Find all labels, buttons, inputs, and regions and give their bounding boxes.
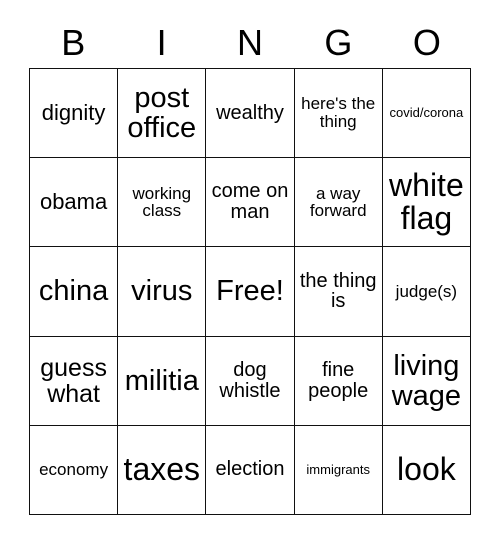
bingo-cell-r5-c1[interactable]: economy: [30, 425, 119, 515]
bingo-cell-r2-c1[interactable]: obama: [30, 158, 119, 248]
bingo-cell-r3-c5[interactable]: judge(s): [382, 247, 471, 337]
bingo-cell-r3-c2[interactable]: virus: [118, 247, 207, 337]
bingo-cell-label: judge(s): [395, 281, 458, 301]
bingo-cell-label: virus: [131, 275, 193, 308]
bingo-cell-label: taxes: [123, 451, 201, 488]
bingo-cell-r1-c1[interactable]: dignity: [30, 69, 119, 159]
bingo-grid: dignity post office wealthy here's the thin…: [29, 68, 471, 515]
bingo-cell-r1-c4[interactable]: here's the thing: [294, 69, 383, 159]
bingo-cell-label: here's the thing: [301, 94, 376, 132]
bingo-cell-label: economy: [39, 460, 109, 480]
bingo-cell-label: a way forward: [309, 183, 367, 221]
bingo-cell-r4-c3[interactable]: dog whistle: [206, 336, 295, 426]
bingo-header-letter-b: B: [61, 22, 86, 63]
bingo-cell-r2-c4[interactable]: a way forward: [294, 158, 383, 248]
bingo-cell-label: militia: [124, 364, 199, 397]
bingo-cell-r3-c4[interactable]: the thing is: [294, 247, 383, 337]
bingo-cell-label: obama: [39, 188, 108, 214]
bingo-cell-r1-c2[interactable]: post office: [118, 69, 207, 159]
bingo-header-letter-n: N: [237, 22, 264, 63]
bingo-cell-r4-c4[interactable]: fine people: [294, 336, 383, 426]
bingo-cell-label: fine people: [308, 358, 369, 402]
bingo-cell-r2-c3[interactable]: come on man: [206, 158, 295, 248]
bingo-cell-r5-c5[interactable]: look: [382, 425, 471, 515]
bingo-cell-label: wealthy: [216, 101, 284, 124]
bingo-cell-r4-c5[interactable]: living wage: [382, 336, 471, 426]
bingo-cell-label: post office: [127, 81, 197, 145]
bingo-cell-label: covid/corona: [389, 105, 464, 121]
bingo-cell-r5-c2[interactable]: taxes: [118, 425, 207, 515]
bingo-cell-r2-c5[interactable]: white flag: [382, 158, 471, 248]
bingo-card: B I N G O dignity post office wealthy here'…: [0, 0, 500, 544]
bingo-cell-label: guess what: [40, 353, 107, 408]
bingo-header-letter-g: G: [324, 22, 353, 63]
bingo-cell-r4-c1[interactable]: guess what: [30, 336, 119, 426]
bingo-cell-label: immigrants: [306, 462, 370, 478]
bingo-cell-r1-c5[interactable]: covid/corona: [382, 69, 471, 159]
bingo-cell-r2-c2[interactable]: working class: [118, 158, 207, 248]
bingo-cell-r4-c2[interactable]: militia: [118, 336, 207, 426]
bingo-cell-label: working class: [132, 183, 192, 221]
bingo-cell-r5-c3[interactable]: election: [206, 425, 295, 515]
bingo-cell-label: the thing is: [299, 269, 377, 313]
bingo-cell-label: white flag: [389, 167, 464, 237]
bingo-cell-r3-c1[interactable]: china: [30, 247, 119, 337]
bingo-header-letter-i: I: [156, 22, 167, 63]
bingo-cell-label: dog whistle: [219, 358, 281, 402]
bingo-cell-label: Free!: [216, 275, 284, 308]
bingo-cell-r3-c3[interactable]: Free!: [206, 247, 295, 337]
bingo-cell-label: look: [397, 451, 456, 488]
bingo-header-letter-o: O: [412, 22, 441, 63]
bingo-cell-label: come on man: [211, 180, 289, 224]
bingo-cell-label: dignity: [41, 99, 106, 125]
bingo-cell-label: living wage: [391, 349, 462, 412]
bingo-cell-label: china: [38, 275, 109, 308]
bingo-cell-label: election: [215, 458, 285, 481]
bingo-header-row: B I N G O: [29, 18, 471, 68]
bingo-cell-r1-c3[interactable]: wealthy: [206, 69, 295, 159]
bingo-cell-r5-c4[interactable]: immigrants: [294, 425, 383, 515]
